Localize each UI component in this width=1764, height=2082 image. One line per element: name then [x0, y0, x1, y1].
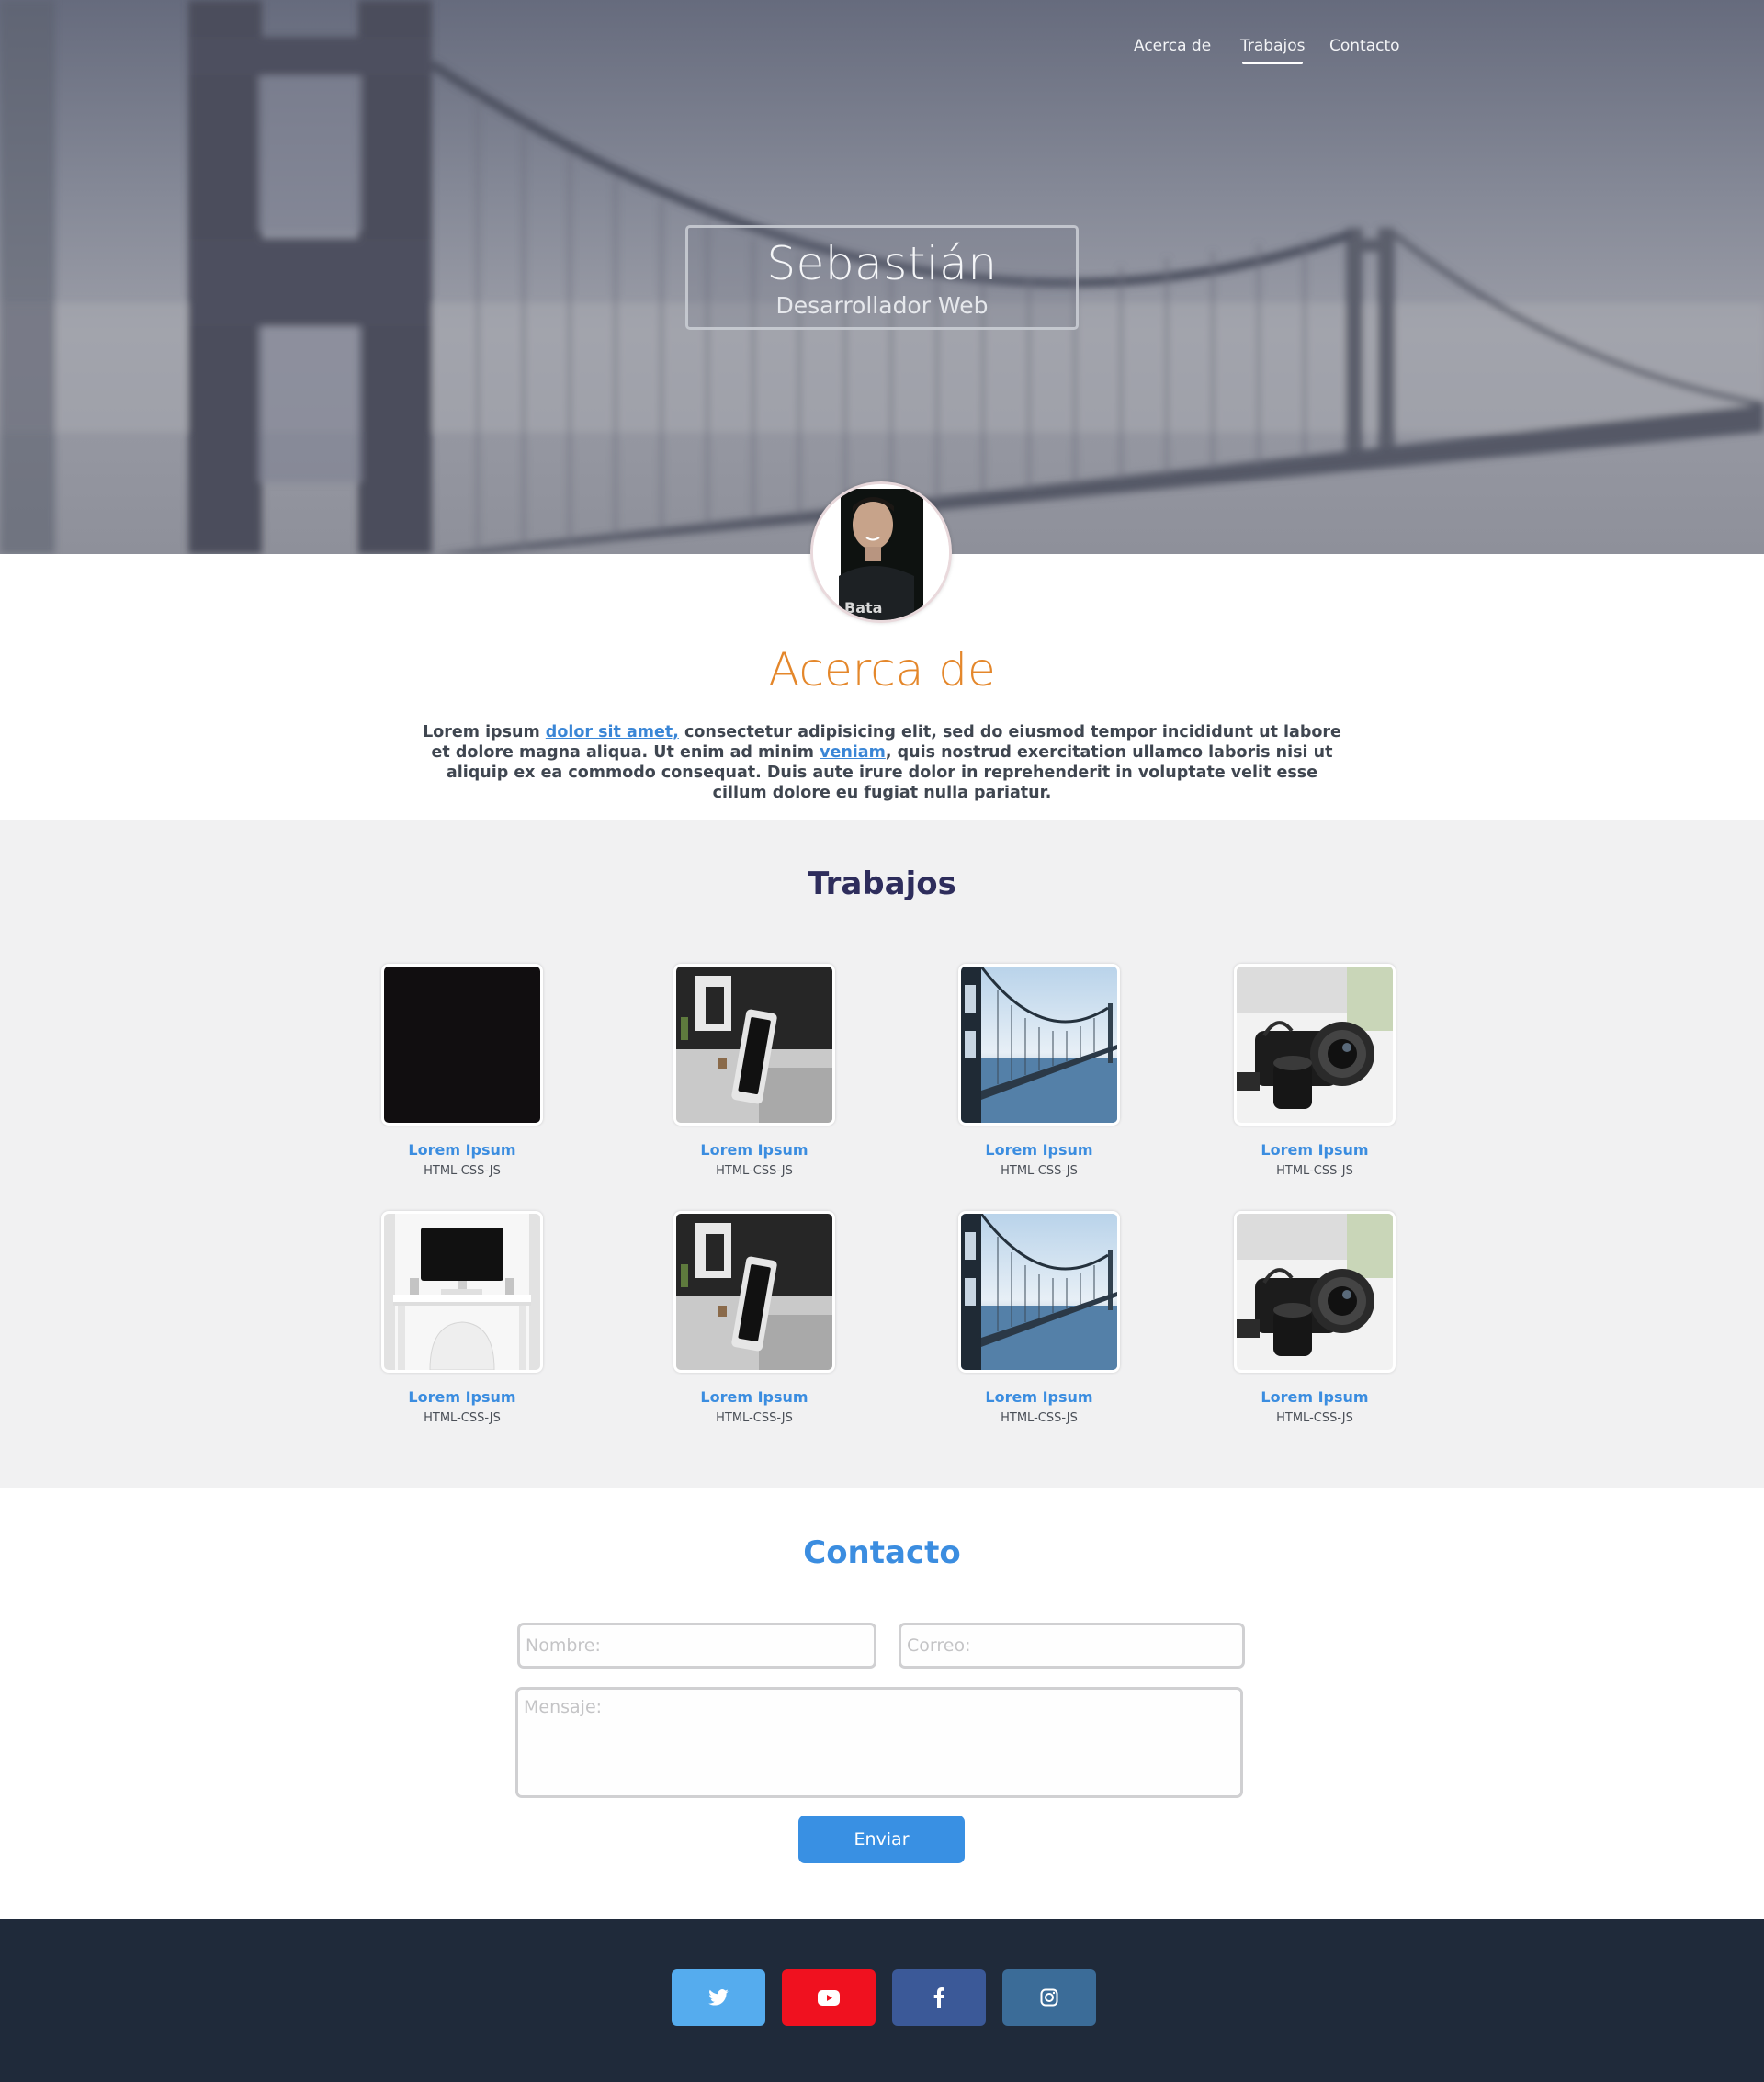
work-title[interactable]: Lorem Ipsum [379, 1141, 545, 1159]
work-card[interactable]: Lorem Ipsum HTML-CSS-JS [1232, 1211, 1397, 1425]
message-textarea[interactable] [515, 1687, 1243, 1798]
facebook-icon [933, 1987, 944, 2008]
camera-image [1237, 1214, 1393, 1370]
hero-role: Desarrollador Web [775, 292, 989, 319]
about-text-part: Lorem ipsum [423, 723, 546, 741]
nav-item-about[interactable]: Acerca de [1134, 37, 1211, 64]
nav-item-works[interactable]: Trabajos [1240, 37, 1305, 64]
bridge-image [961, 967, 1117, 1123]
youtube-icon [818, 1989, 840, 2006]
work-thumbnail[interactable] [1234, 964, 1396, 1126]
nav-item-contact[interactable]: Contacto [1329, 37, 1400, 64]
works-section: Trabajos Lorem Ipsum HTML-CSS-JS Lorem I… [0, 820, 1764, 1488]
work-card[interactable]: Lorem Ipsum HTML-CSS-JS [379, 1211, 545, 1425]
work-title[interactable]: Lorem Ipsum [379, 1388, 545, 1406]
svg-text:Bata: Bata [844, 599, 882, 617]
work-thumbnail[interactable] [381, 964, 543, 1126]
instagram-icon [1040, 1988, 1058, 2007]
work-thumbnail[interactable] [958, 964, 1120, 1126]
black-square-image [384, 967, 540, 1123]
hero-banner: Acerca de Trabajos Contacto Sebastián De… [0, 0, 1764, 554]
work-card[interactable]: Lorem Ipsum HTML-CSS-JS [672, 1211, 837, 1425]
profile-photo: Bata [813, 484, 949, 620]
works-title: Trabajos [808, 866, 956, 902]
work-title[interactable]: Lorem Ipsum [672, 1141, 837, 1159]
monitor-phone-image [676, 967, 832, 1123]
work-card[interactable]: Lorem Ipsum HTML-CSS-JS [672, 964, 837, 1178]
email-input[interactable] [899, 1623, 1245, 1669]
work-card[interactable]: Lorem Ipsum HTML-CSS-JS [956, 964, 1122, 1178]
work-subtitle: HTML-CSS-JS [716, 1411, 793, 1425]
work-title[interactable]: Lorem Ipsum [1232, 1388, 1397, 1406]
work-subtitle: HTML-CSS-JS [424, 1411, 501, 1425]
bridge-image [961, 1214, 1117, 1370]
hero-name: Sebastián [766, 237, 998, 290]
top-nav: Acerca de Trabajos Contacto [0, 37, 1764, 74]
work-title[interactable]: Lorem Ipsum [1232, 1141, 1397, 1159]
work-thumbnail[interactable] [1234, 1211, 1396, 1373]
send-button[interactable]: Enviar [798, 1816, 965, 1863]
twitter-icon [708, 1989, 729, 2006]
about-text: Lorem ipsum dolor sit amet, consectetur … [423, 722, 1341, 803]
avatar: Bata [810, 481, 952, 623]
facebook-button[interactable] [892, 1969, 986, 2026]
about-link-1[interactable]: dolor sit amet, [546, 723, 679, 741]
work-subtitle: HTML-CSS-JS [424, 1164, 501, 1178]
name-input[interactable] [517, 1623, 876, 1669]
work-subtitle: HTML-CSS-JS [716, 1164, 793, 1178]
work-subtitle: HTML-CSS-JS [1276, 1164, 1353, 1178]
desk-setup-image [384, 1214, 540, 1370]
hero-title-box: Sebastián Desarrollador Web [685, 225, 1079, 330]
camera-image [1237, 967, 1393, 1123]
work-subtitle: HTML-CSS-JS [1276, 1411, 1353, 1425]
work-subtitle: HTML-CSS-JS [1001, 1411, 1078, 1425]
twitter-button[interactable] [672, 1969, 765, 2026]
about-title: Acerca de [768, 643, 996, 696]
work-card[interactable]: Lorem Ipsum HTML-CSS-JS [379, 964, 545, 1178]
footer [0, 1919, 1764, 2082]
youtube-button[interactable] [782, 1969, 876, 2026]
work-thumbnail[interactable] [673, 1211, 835, 1373]
instagram-button[interactable] [1002, 1969, 1096, 2026]
work-title[interactable]: Lorem Ipsum [956, 1141, 1122, 1159]
work-thumbnail[interactable] [673, 964, 835, 1126]
contact-title: Contacto [803, 1534, 961, 1571]
about-link-2[interactable]: veniam [820, 743, 886, 762]
work-card[interactable]: Lorem Ipsum HTML-CSS-JS [1232, 964, 1397, 1178]
work-thumbnail[interactable] [381, 1211, 543, 1373]
monitor-phone-image [676, 1214, 832, 1370]
work-title[interactable]: Lorem Ipsum [672, 1388, 837, 1406]
work-thumbnail[interactable] [958, 1211, 1120, 1373]
work-title[interactable]: Lorem Ipsum [956, 1388, 1122, 1406]
work-subtitle: HTML-CSS-JS [1001, 1164, 1078, 1178]
work-card[interactable]: Lorem Ipsum HTML-CSS-JS [956, 1211, 1122, 1425]
